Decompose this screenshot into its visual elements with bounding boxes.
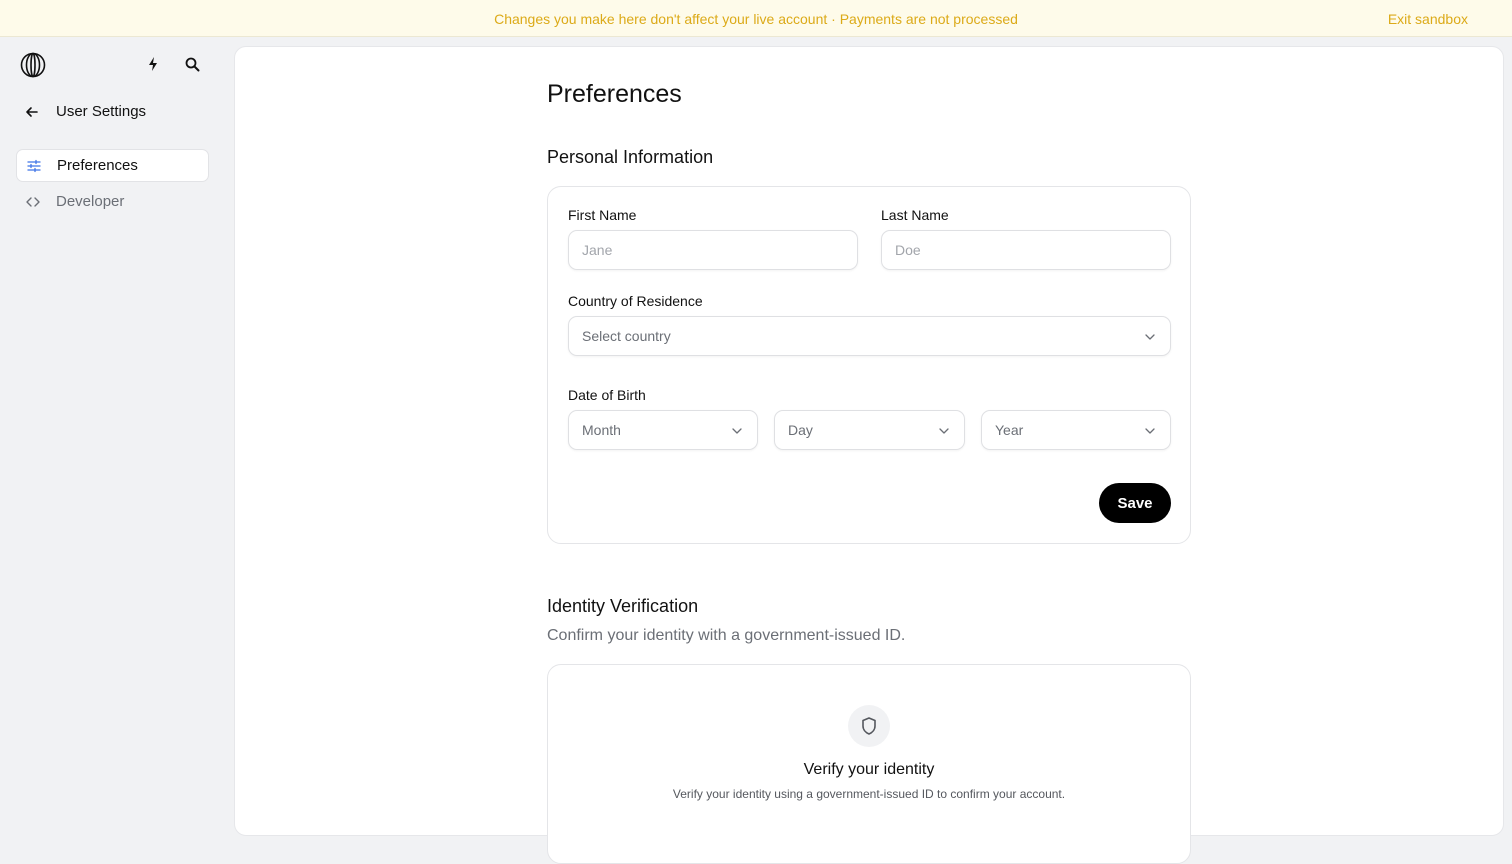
year-placeholder: Year [995,422,1024,438]
main-panel: Preferences Personal Information First N… [234,46,1504,864]
page-title: Preferences [547,80,682,108]
back-label: User Settings [56,103,147,120]
month-select[interactable]: Month [568,410,758,450]
verify-identity-title: Verify your identity [803,761,935,778]
first-name-field[interactable]: Jane [568,230,858,270]
year-select[interactable]: Year [981,410,1171,450]
country-label: Country of Residence [568,293,703,309]
sidebar-item-label: Preferences [57,157,138,174]
exit-sandbox-link[interactable]: Exit sandbox [1388,11,1468,27]
country-placeholder: Select country [582,328,671,344]
chevron-down-icon [939,428,949,434]
lightning-bolt-icon[interactable] [145,56,161,72]
verify-identity-card[interactable]: Verify your identity Verify your identit… [547,664,1191,864]
country-select[interactable]: Select country [568,316,1171,356]
chevron-down-icon [1145,334,1155,340]
verify-identity-subtitle: Verify your identity using a government-… [672,787,1066,801]
last-name-label: Last Name [881,207,949,223]
shield-icon [862,717,876,735]
sidebar-item-preferences[interactable]: Preferences [16,149,209,182]
sidebar: User Settings Preferences Developer [0,37,234,814]
last-name-field[interactable]: Doe [881,230,1171,270]
identity-verification-heading: Identity Verification [547,596,699,616]
sliders-icon [27,159,41,172]
personal-info-heading: Personal Information [547,147,714,167]
arrow-left-icon [26,106,38,117]
shield-badge [848,705,890,747]
sidebar-item-developer[interactable]: Developer [16,185,209,218]
globe-logo-icon[interactable] [20,52,46,78]
personal-info-card: First Name Jane Last Name Doe Country of… [547,186,1191,544]
identity-verification-description: Confirm your identity with a government-… [547,627,906,644]
day-placeholder: Day [788,422,813,438]
first-name-label: First Name [568,207,637,223]
search-icon[interactable] [184,56,201,73]
sandbox-banner: Changes you make here don't affect your … [0,0,1512,37]
dob-label: Date of Birth [568,387,646,403]
last-name-placeholder: Doe [895,242,921,258]
sandbox-banner-message: Changes you make here don't affect your … [494,11,1018,27]
month-placeholder: Month [582,422,621,438]
back-to-user-settings[interactable]: User Settings [24,103,146,120]
code-icon [26,196,40,207]
sidebar-item-label: Developer [56,193,125,210]
first-name-placeholder: Jane [582,242,613,258]
chevron-down-icon [1145,428,1155,434]
chevron-down-icon [732,428,742,434]
save-button[interactable]: Save [1099,483,1171,523]
day-select[interactable]: Day [774,410,965,450]
